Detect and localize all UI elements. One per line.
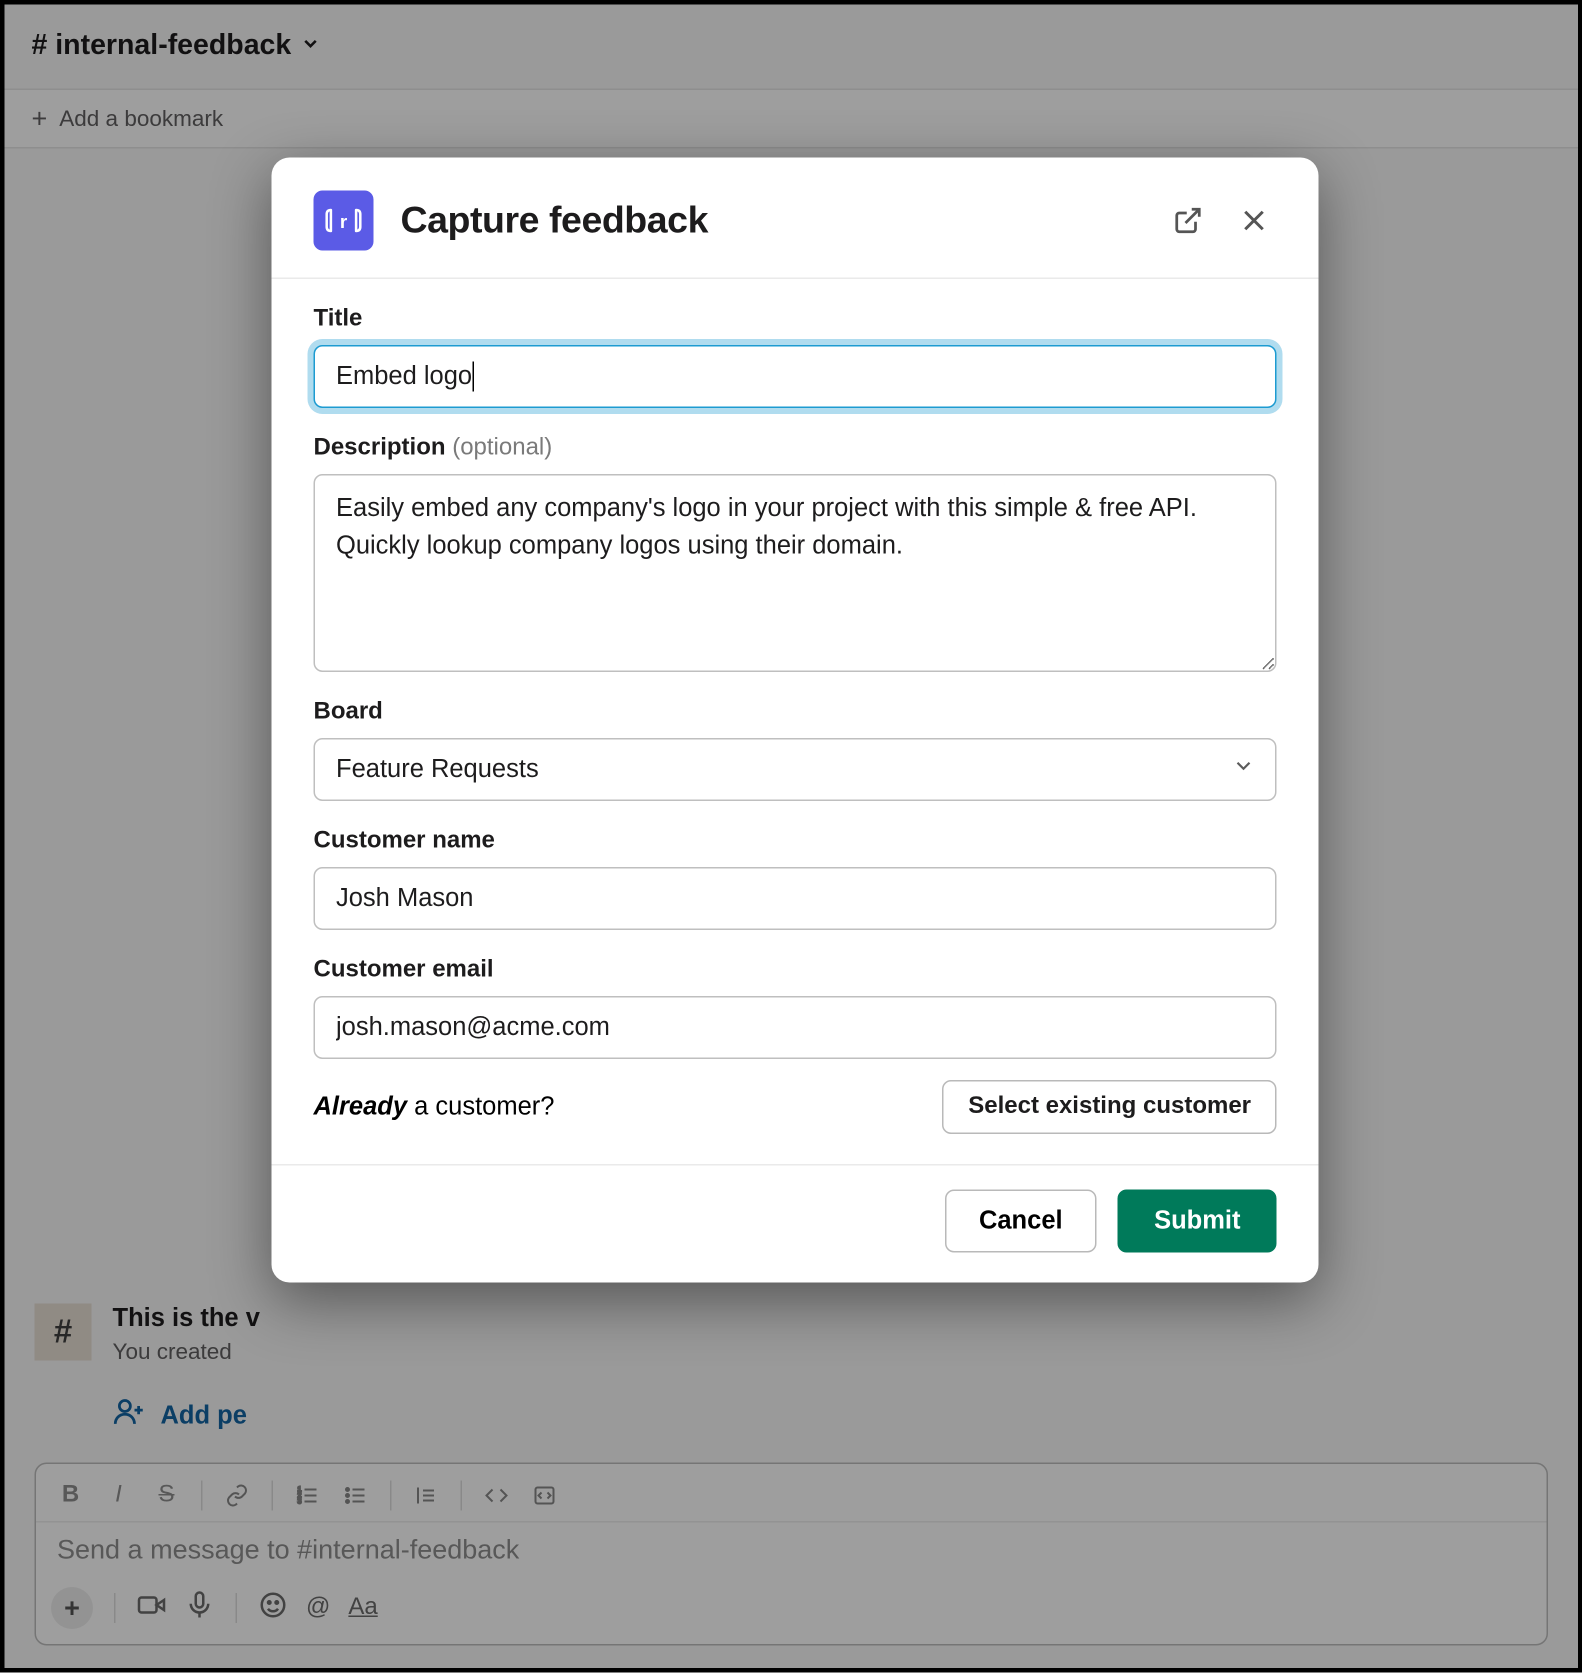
customer-email-label: Customer email	[314, 957, 1277, 984]
already-rest: a customer?	[407, 1092, 554, 1121]
close-button[interactable]	[1232, 198, 1277, 243]
submit-button[interactable]: Submit	[1118, 1190, 1276, 1253]
select-existing-customer-button[interactable]: Select existing customer	[943, 1080, 1277, 1134]
already-customer-text: Already a customer?	[314, 1092, 555, 1122]
svg-text:r: r	[340, 212, 348, 233]
customer-name-label: Customer name	[314, 828, 1277, 855]
text-caret	[472, 362, 474, 392]
open-externally-button[interactable]	[1166, 198, 1211, 243]
capture-feedback-modal: r Capture feedback Title Embed logo Desc…	[272, 158, 1319, 1283]
app-logo-icon: r	[314, 191, 374, 251]
customer-name-input[interactable]	[314, 867, 1277, 930]
board-select-value: Feature Requests	[336, 755, 539, 784]
modal-footer: Cancel Submit	[272, 1164, 1319, 1283]
description-textarea[interactable]	[314, 474, 1277, 672]
title-input-value: Embed logo	[336, 362, 472, 392]
customer-email-input[interactable]	[314, 996, 1277, 1059]
description-label-text: Description	[314, 435, 446, 461]
title-label: Title	[314, 306, 1277, 333]
already-italic: Already	[314, 1092, 408, 1121]
modal-header: r Capture feedback	[272, 158, 1319, 278]
board-label: Board	[314, 699, 1277, 726]
optional-suffix: (optional)	[452, 435, 552, 461]
modal-title: Capture feedback	[401, 199, 709, 243]
board-select[interactable]: Feature Requests	[314, 738, 1277, 801]
description-label: Description (optional)	[314, 435, 1277, 462]
title-input[interactable]: Embed logo	[314, 345, 1277, 408]
cancel-button[interactable]: Cancel	[944, 1190, 1097, 1253]
modal-body: Title Embed logo Description (optional) …	[272, 278, 1319, 1165]
